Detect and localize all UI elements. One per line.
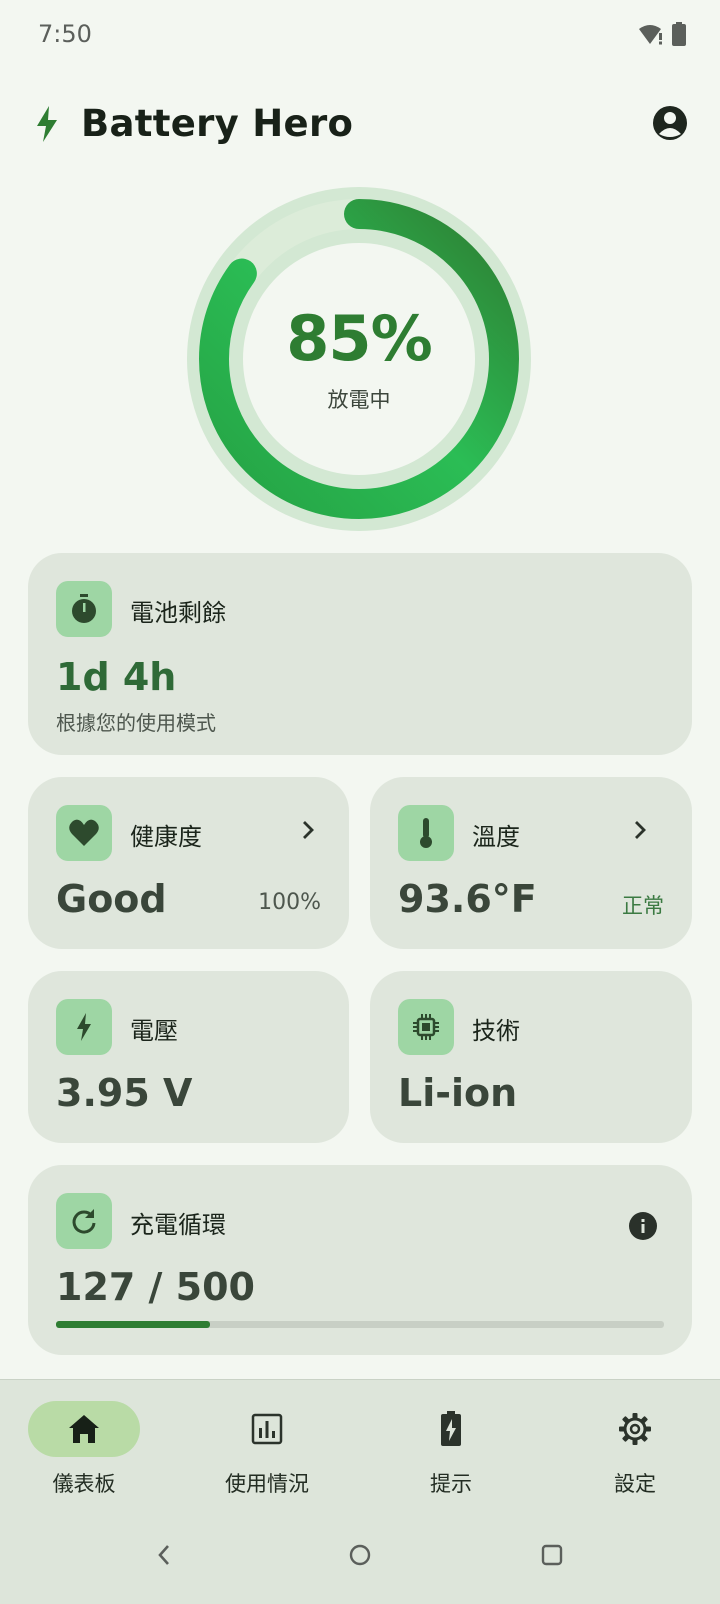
chevron-right-icon[interactable] (296, 817, 320, 843)
card-temperature[interactable]: 溫度 93.6°F 正常 (370, 777, 692, 949)
nav-indicator (395, 1401, 507, 1457)
nav-indicator (211, 1401, 323, 1457)
temperature-status: 正常 (622, 894, 664, 918)
icon-tile (56, 581, 112, 637)
health-percent: 100% (258, 890, 321, 915)
heart-icon (69, 819, 99, 846)
card-charge-cycles[interactable]: 充電循環 127 / 500 (28, 1165, 692, 1355)
icon-tile (398, 999, 454, 1055)
nav-item-tips[interactable]: 提示 (367, 1380, 547, 1510)
nav-label: 提示 (430, 1472, 472, 1496)
home-circle-icon (349, 1544, 371, 1566)
nav-label: 使用情況 (225, 1472, 309, 1496)
card-note: 根據您的使用模式 (56, 711, 216, 735)
nav-label: 設定 (614, 1472, 656, 1496)
card-label: 健康度 (130, 823, 202, 851)
card-battery-remaining[interactable]: 電池剩餘 1d 4h 根據您的使用模式 (28, 553, 692, 755)
nav-label: 儀表板 (52, 1472, 116, 1496)
app-title: Battery Hero (81, 102, 354, 145)
card-value: 93.6°F (398, 877, 537, 921)
timer-icon (72, 594, 96, 623)
card-health[interactable]: 健康度 Good 100% (28, 777, 349, 949)
back-button[interactable] (144, 1535, 184, 1575)
bolt-icon (37, 106, 57, 142)
card-value: 127 / 500 (56, 1265, 255, 1309)
bottom-navigation: 儀表板 使用情況 提示 設定 (0, 1379, 720, 1509)
home-icon (69, 1415, 99, 1443)
cycles-progress-fill (56, 1321, 211, 1328)
card-label: 技術 (472, 1017, 520, 1045)
card-label: 電池剩餘 (130, 599, 226, 627)
thermometer-icon (420, 818, 432, 848)
icon-tile (56, 805, 112, 861)
chip-icon (413, 1014, 439, 1040)
battery-charging-icon (441, 1411, 461, 1446)
nav-indicator (28, 1401, 140, 1457)
nav-item-usage[interactable]: 使用情況 (183, 1380, 363, 1510)
info-icon[interactable] (628, 1211, 658, 1241)
app-bar: Battery Hero (0, 90, 720, 162)
system-icons (638, 22, 686, 46)
bar-chart-icon (251, 1413, 283, 1445)
bolt-icon (77, 1013, 91, 1041)
status-bar: 7:50 (0, 0, 720, 70)
system-navigation-bar (0, 1509, 720, 1604)
card-value: 1d 4h (56, 655, 177, 699)
card-value: Good (56, 877, 167, 921)
card-label: 溫度 (472, 823, 520, 851)
chevron-right-icon[interactable] (628, 817, 652, 843)
wifi-alert-icon (639, 25, 662, 45)
icon-tile (56, 999, 112, 1055)
battery-percent: 85% (286, 302, 432, 375)
icon-tile (398, 805, 454, 861)
card-voltage[interactable]: 電壓 3.95 V (28, 971, 349, 1143)
nav-item-dashboard[interactable]: 儀表板 (0, 1380, 180, 1510)
nav-indicator (579, 1401, 691, 1457)
card-value: Li-ion (398, 1071, 518, 1115)
card-label: 電壓 (130, 1017, 178, 1045)
card-technology[interactable]: 技術 Li-ion (370, 971, 692, 1143)
home-button[interactable] (340, 1535, 380, 1575)
battery-icon (672, 22, 686, 46)
status-time: 7:50 (38, 20, 92, 48)
card-value: 3.95 V (56, 1071, 193, 1115)
recents-icon (541, 1544, 563, 1566)
account-circle-icon[interactable] (651, 104, 689, 142)
refresh-icon (72, 1209, 96, 1234)
icon-tile (56, 1193, 112, 1249)
back-icon (158, 1545, 169, 1565)
card-label: 充電循環 (130, 1211, 226, 1239)
cycles-progress-track (56, 1321, 664, 1328)
recents-button[interactable] (532, 1535, 572, 1575)
battery-status: 放電中 (327, 388, 391, 412)
nav-item-settings[interactable]: 設定 (551, 1380, 720, 1510)
gear-icon (619, 1413, 651, 1445)
